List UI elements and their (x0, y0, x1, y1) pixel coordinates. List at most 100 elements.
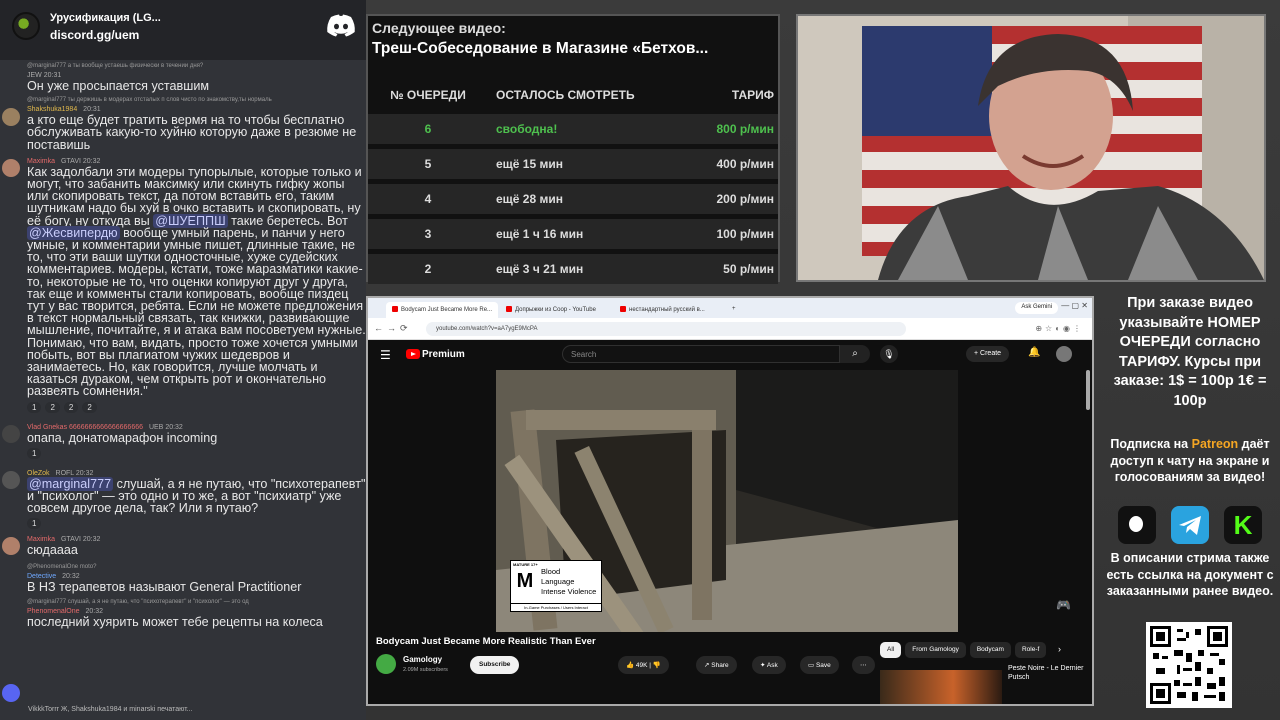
reaction-pill[interactable]: 2 (63, 401, 79, 413)
username[interactable]: Shakshuka1984 (27, 106, 77, 113)
reply-preview: @marginal777 а ты вообще устаешь физичес… (27, 63, 204, 69)
share-button[interactable]: ↗ Share (696, 656, 737, 674)
new-tab-icon[interactable]: + (726, 302, 740, 318)
avatar[interactable] (2, 537, 20, 556)
chip-role[interactable]: Role-f (1014, 642, 1047, 658)
microphone-icon[interactable]: 🎙 (880, 345, 898, 363)
like-count: 49K (635, 662, 648, 669)
page-scrollbar[interactable] (1086, 370, 1090, 410)
reaction-pill[interactable]: 2 (82, 401, 97, 413)
queue-time-left: ещё 3 ч 21 мин (496, 262, 584, 276)
username[interactable]: OleZok (27, 470, 50, 477)
reaction-pill[interactable]: 1 (27, 518, 42, 530)
channel-avatar[interactable] (376, 654, 396, 674)
message-list: @marginal777 а ты вообще устаешь физичес… (0, 62, 366, 702)
account-avatar[interactable] (1056, 346, 1072, 362)
avatar[interactable] (2, 470, 20, 489)
message-text: Как задолбали эти модеры тупорылые, кото… (27, 166, 366, 398)
queue-rate: 200 р/мин (716, 192, 774, 206)
more-actions-icon[interactable]: ⋯ (852, 656, 875, 674)
ask-button[interactable]: ✦ Ask (752, 656, 786, 674)
recommended-title[interactable]: Peste Noire - Le Dernier Putsch (1008, 664, 1088, 682)
queue-row: 3 ещё 1 ч 16 мин 100 р/мин (368, 219, 778, 249)
reaction-pill[interactable]: 1 (27, 401, 42, 413)
patreon-info: Подписка на Patreon даёт доступ к чату н… (1100, 436, 1280, 486)
username[interactable]: Maximka (27, 536, 55, 543)
search-input[interactable]: Search (562, 345, 840, 363)
extension-icons[interactable]: ⊕☆◐◉⋮ (1035, 324, 1084, 333)
share-label: Share (711, 662, 729, 669)
youtube-favicon-icon (392, 306, 398, 312)
order-instructions: При заказе видео указывайте НОМЕР ОЧЕРЕД… (1113, 295, 1267, 409)
chat-message: @marginal777 слушай, а я не путаю, что "… (0, 598, 366, 628)
queue-time-left: свободна! (496, 122, 558, 136)
username[interactable]: PhenomenalOne (27, 608, 80, 615)
chevron-right-icon[interactable]: › (1058, 644, 1061, 654)
message-time: 20:32 (82, 536, 101, 544)
reply-preview: @PhenomenalOne moto? (27, 563, 97, 570)
url-bar[interactable]: youtube.com/watch?v=aA7ygE9McPA (426, 322, 906, 336)
save-button[interactable]: ▭ Save (800, 656, 839, 674)
chip-from-channel[interactable]: From Gamology (905, 642, 966, 658)
queue-row: 2 ещё 3 ч 21 мин 50 р/мин (368, 254, 778, 284)
video-title: Bodycam Just Became More Realistic Than … (376, 636, 596, 647)
next-video-label: Следующее видео: (372, 20, 506, 36)
browser-tab[interactable]: нестандартный русский в... (614, 302, 726, 318)
message-time: 20:32 (85, 607, 104, 615)
notifications-icon[interactable]: 🔔 (1028, 347, 1040, 358)
avatar[interactable] (2, 424, 20, 443)
patreon-logo-icon (1118, 506, 1156, 544)
message-text: а кто еще будет тратить вермя на то чтоб… (27, 113, 357, 152)
header-time-left: ОСТАЛОСЬ СМОТРЕТЬ (496, 88, 635, 102)
username[interactable]: Vlad Gnekas 6666666666666666666 (27, 424, 143, 431)
window-controls-icon[interactable]: — ▢ ✕ (1061, 301, 1088, 310)
reaction-pill[interactable]: 1 (27, 447, 42, 459)
server-invite-link[interactable]: discord.gg/uem (50, 28, 139, 42)
chip-bodycam[interactable]: Bodycam (969, 642, 1011, 658)
subscribe-button[interactable]: Subscribe (470, 656, 520, 674)
message-time: 20:32 (165, 423, 183, 431)
subscriber-count: 2.09M subscribers (403, 667, 448, 673)
chip-all[interactable]: All (880, 642, 902, 658)
browser-tab-bar: Bodycam Just Became More Re... Допрыжки … (368, 298, 1092, 318)
social-links (1118, 506, 1262, 544)
search-icon[interactable]: ⌕ (840, 345, 870, 363)
related-filter-chips: All From Gamology Bodycam Role-f (880, 642, 1047, 658)
create-label: Create (980, 350, 1002, 357)
chat-message: @marginal777 а ты вообще устаешь физичес… (0, 62, 366, 92)
video-player[interactable]: MATURE 17+ M Blood Language Intense Viol… (496, 370, 958, 632)
navigation-buttons-icon[interactable]: ←→⟳ (374, 323, 412, 334)
like-button[interactable]: 👍 49K | 👎 (618, 656, 669, 674)
channel-name[interactable]: Gamology (403, 655, 442, 664)
recommended-thumbnail[interactable] (880, 670, 1002, 704)
avatar[interactable] (2, 108, 20, 127)
ask-gemini-button[interactable]: Ask Gemini (1015, 302, 1058, 314)
youtube-logo-icon[interactable] (406, 349, 420, 359)
rating-descriptor: Blood (541, 567, 561, 576)
rating-descriptor: Intense Violence (541, 587, 597, 596)
reaction-bar: 1 (27, 447, 366, 459)
discord-avatar-icon (2, 684, 20, 702)
avatar[interactable] (2, 158, 20, 177)
save-icon: ▭ (808, 662, 816, 669)
sparkle-icon: ✦ (760, 662, 767, 669)
youtube-premium-label: Premium (422, 349, 465, 360)
role-tag: GTAVI (60, 536, 81, 544)
queue-rate: 800 р/мин (716, 122, 774, 136)
username[interactable]: Maximka (27, 158, 55, 165)
thumbs-down-icon: 👎 (652, 662, 661, 669)
queue-number: 3 (424, 227, 432, 241)
queue-row: 6 свободна! 800 р/мин (368, 114, 778, 144)
create-button[interactable]: + Create (966, 346, 1010, 362)
queue-rate: 400 р/мин (716, 157, 774, 171)
ask-label: Ask (766, 662, 778, 669)
browser-tab[interactable]: Допрыжки из Coop - YouTube (500, 302, 612, 318)
next-video-title: Треш-Собеседование в Магазине «Бетхов... (372, 40, 709, 57)
browser-tab[interactable]: Bodycam Just Became More Re... (386, 302, 498, 318)
message-meta: Maximka GTAVI 20:32 (27, 535, 366, 544)
discord-server-header: Урусификация (LG... discord.gg/uem (0, 0, 366, 60)
reaction-pill[interactable]: 2 (45, 401, 60, 413)
username[interactable]: Detective (27, 573, 56, 580)
address-bar-row: ←→⟳ youtube.com/watch?v=aA7ygE9McPA ⊕☆◐◉… (368, 318, 1092, 340)
menu-icon[interactable]: ☰ (380, 348, 391, 362)
